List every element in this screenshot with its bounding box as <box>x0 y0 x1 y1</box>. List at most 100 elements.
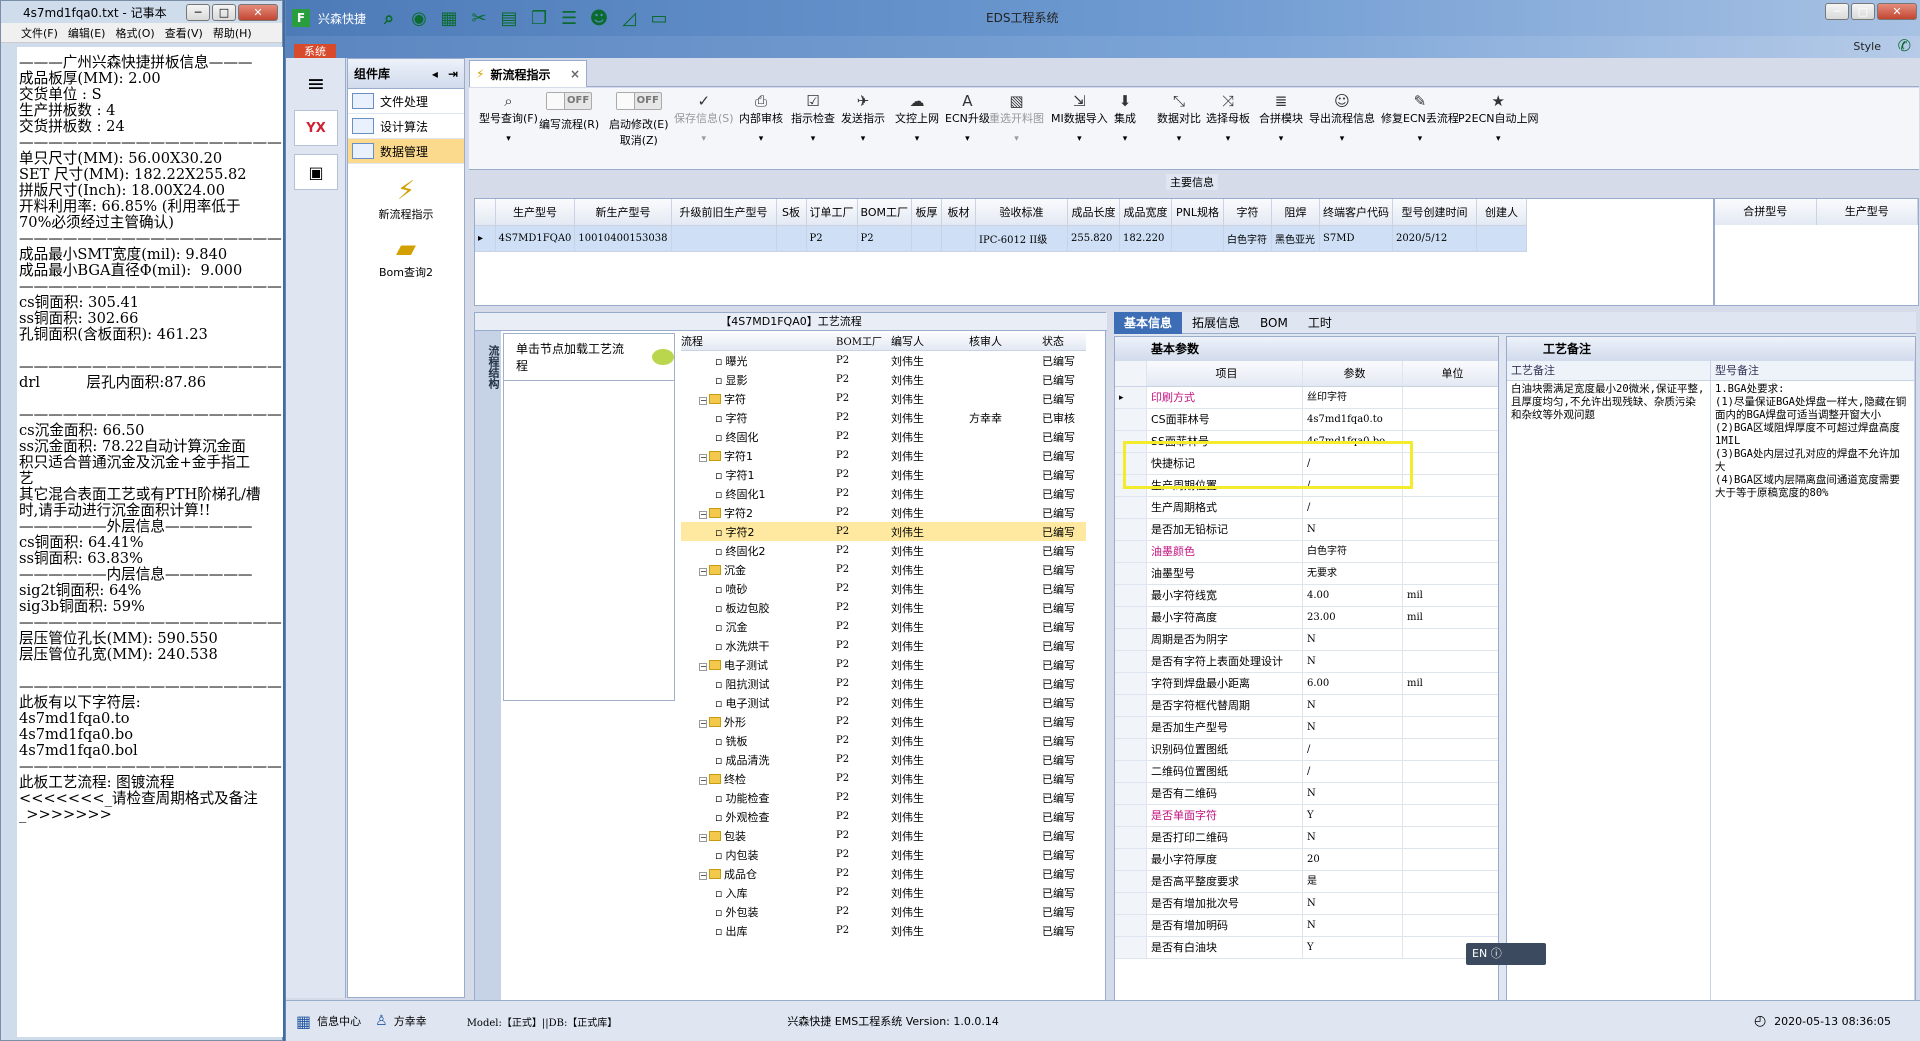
column-header[interactable]: BOM工厂 <box>857 199 913 226</box>
param-row[interactable]: SS面菲林号 4s7md1fqa0.bo <box>1115 431 1498 453</box>
param-value[interactable]: N <box>1303 827 1403 848</box>
tree-row[interactable]: − 沉金 P2 刘伟生 已编写 <box>681 560 1086 579</box>
close-button[interactable]: ✕ <box>1877 3 1917 20</box>
param-value[interactable]: / <box>1303 761 1403 782</box>
tree-row[interactable]: ▫ 喷砂 P2 刘伟生 已编写 <box>681 579 1086 598</box>
tree-row[interactable]: ▫ 入库 P2 刘伟生 已编写 <box>681 883 1086 902</box>
param-title[interactable]: 基本参数 <box>1115 337 1498 361</box>
chevron-down-icon[interactable]: ▾ <box>811 134 816 144</box>
tree-row[interactable]: ▫ 终固化2 P2 刘伟生 已编写 <box>681 541 1086 560</box>
tree-row[interactable]: − 字符 P2 刘伟生 已编写 <box>681 389 1086 408</box>
tree-row[interactable]: ▫ 外观检查 P2 刘伟生 已编写 <box>681 807 1086 826</box>
chevron-down-icon[interactable]: ▾ <box>506 134 511 144</box>
search-icon[interactable]: ⌕ <box>380 8 398 29</box>
param-row[interactable]: 是否打印二维码 N <box>1115 827 1498 849</box>
chevron-down-icon[interactable]: ▾ <box>915 134 920 144</box>
tree-row[interactable]: − 终检 P2 刘伟生 已编写 <box>681 769 1086 788</box>
param-value[interactable]: / <box>1303 497 1403 518</box>
toggle-switch[interactable]: OFF <box>546 92 593 110</box>
toolbar-button[interactable]: ☁ 文控上网 ▾ <box>895 92 939 162</box>
chevron-down-icon[interactable]: ▾ <box>1418 134 1423 144</box>
param-value[interactable]: N <box>1303 783 1403 804</box>
column-header[interactable]: 合拼型号 <box>1715 199 1817 225</box>
param-value[interactable]: / <box>1303 453 1403 474</box>
param-row[interactable]: 最小字符线宽 4.00 mil <box>1115 585 1498 607</box>
tree-row[interactable]: ▫ 显影 P2 刘伟生 已编写 <box>681 370 1086 389</box>
toolbar-button[interactable]: ⇲ MI数据导入 ▾ <box>1051 92 1108 162</box>
column-header[interactable]: 板材 <box>941 199 977 226</box>
param-row[interactable]: ▸ 印刷方式 丝印字符 <box>1115 387 1498 409</box>
collapse-icon[interactable]: − <box>699 719 707 728</box>
tree-node[interactable]: ▫ 阻抗测试 <box>681 676 836 692</box>
minimize-button[interactable]: ─ <box>186 3 210 21</box>
table-cell[interactable]: 白色字符 <box>1223 225 1273 252</box>
user-icon[interactable]: ☻ <box>590 8 609 29</box>
tree-row[interactable]: ▫ 终固化1 P2 刘伟生 已编写 <box>681 484 1086 503</box>
tree-node[interactable]: ▫ 字符 <box>681 410 836 426</box>
tree-node[interactable]: − 成品仓 <box>681 866 836 882</box>
column-header[interactable]: 生产型号 <box>1817 199 1918 225</box>
param-row[interactable]: 最小字符厚度 20 <box>1115 849 1498 871</box>
info-center[interactable]: 信息中心 <box>317 1013 361 1029</box>
column-header[interactable]: 字符 <box>1223 199 1273 226</box>
collapse-icon[interactable]: − <box>699 396 707 405</box>
toolbar-button[interactable]: OFF 启动修改(E) 取消(Z) <box>609 92 669 162</box>
param-row[interactable]: 周期是否为阴字 N <box>1115 629 1498 651</box>
toolbar-button[interactable]: ✎ 修复ECN丢流程 ▾ <box>1381 92 1459 162</box>
chevron-down-icon[interactable]: ▾ <box>1014 134 1019 144</box>
param-value[interactable]: N <box>1303 717 1403 738</box>
param-value[interactable]: N <box>1303 519 1403 540</box>
menu-item[interactable]: 帮助(H) <box>213 25 252 40</box>
param-value[interactable]: 丝印字符 <box>1303 387 1403 408</box>
tree-row[interactable]: ▫ 铣板 P2 刘伟生 已编写 <box>681 731 1086 750</box>
param-row[interactable]: 油墨型号 无要求 <box>1115 563 1498 585</box>
chevron-down-icon[interactable]: ▾ <box>1077 134 1082 144</box>
table-cell[interactable]: 10010400153038 <box>574 225 672 252</box>
toolbar-button[interactable]: ▧ 重选开料图 ▾ <box>989 92 1044 162</box>
column-header[interactable]: BOM工厂 <box>836 333 891 350</box>
tree-row[interactable]: ▫ 出库 P2 刘伟生 已编写 <box>681 921 1086 940</box>
notepad-textarea[interactable]: ———广州兴森快捷拼板信息——— 成品板厚(MM): 2.00 交货单位 : S 生产… <box>17 47 283 1037</box>
column-header[interactable]: 创建人 <box>1476 199 1528 226</box>
column-header[interactable]: 生产型号 <box>495 199 576 226</box>
menu-item[interactable]: 查看(V) <box>165 25 203 40</box>
minimize-button[interactable]: ─ <box>1825 3 1849 20</box>
basic-tab[interactable]: 工时 <box>1298 312 1342 334</box>
tree-row[interactable]: ▫ 板边包胶 P2 刘伟生 已编写 <box>681 598 1086 617</box>
param-row[interactable]: 是否有白油块 Y <box>1115 937 1498 959</box>
param-value[interactable]: / <box>1303 475 1403 496</box>
chevron-down-icon[interactable]: ▾ <box>1123 134 1128 144</box>
column-header[interactable]: 核审人 <box>969 333 1042 350</box>
tree-row[interactable]: ▫ 字符1 P2 刘伟生 已编写 <box>681 465 1086 484</box>
table-cell[interactable]: 黑色亚光 <box>1271 225 1321 252</box>
table-cell[interactable]: 255.820 <box>1067 225 1121 252</box>
param-value[interactable]: N <box>1303 893 1403 914</box>
tree-node[interactable]: ▫ 字符1 <box>681 467 836 483</box>
column-header[interactable]: 新生产型号 <box>574 199 672 226</box>
tree-node[interactable]: ▫ 喷砂 <box>681 581 836 597</box>
tree-row[interactable]: ▫ 电子测试 P2 刘伟生 已编写 <box>681 693 1086 712</box>
menu-item[interactable]: 格式(O) <box>115 25 154 40</box>
param-row[interactable]: 生产周期格式 / <box>1115 497 1498 519</box>
menu-icon[interactable]: ≡ <box>294 66 338 102</box>
grid-icon[interactable]: ▦ <box>440 8 458 29</box>
param-row[interactable]: 是否高平整度要求是 <box>1115 871 1498 893</box>
tree-row[interactable]: − 外形 P2 刘伟生 已编写 <box>681 712 1086 731</box>
chevron-down-icon[interactable]: ▾ <box>1177 134 1182 144</box>
column-header[interactable]: 成品宽度 <box>1119 199 1173 226</box>
param-value[interactable]: 白色字符 <box>1303 541 1403 562</box>
tree-row[interactable]: ▫ 功能检查 P2 刘伟生 已编写 <box>681 788 1086 807</box>
arrow-left-icon[interactable]: ◂ <box>432 67 438 81</box>
tree-row[interactable]: − 成品仓 P2 刘伟生 已编写 <box>681 864 1086 883</box>
ime-badge[interactable]: EN ⓘ <box>1466 943 1546 965</box>
table-cell[interactable] <box>1171 225 1225 252</box>
toolbar-button[interactable]: ☺ 导出流程信息 ▾ <box>1309 92 1375 162</box>
close-tab-icon[interactable]: × <box>570 67 580 81</box>
column-header[interactable]: 项目 <box>1147 361 1303 386</box>
param-value[interactable]: / <box>1303 739 1403 760</box>
tree-row[interactable]: ▫ 内包装 P2 刘伟生 已编写 <box>681 845 1086 864</box>
table-cell[interactable]: S7MD <box>1319 225 1394 252</box>
film-icon[interactable]: ▤ <box>500 8 518 29</box>
column-header[interactable]: 成品长度 <box>1067 199 1121 226</box>
column-header[interactable]: 参数 <box>1303 361 1403 386</box>
